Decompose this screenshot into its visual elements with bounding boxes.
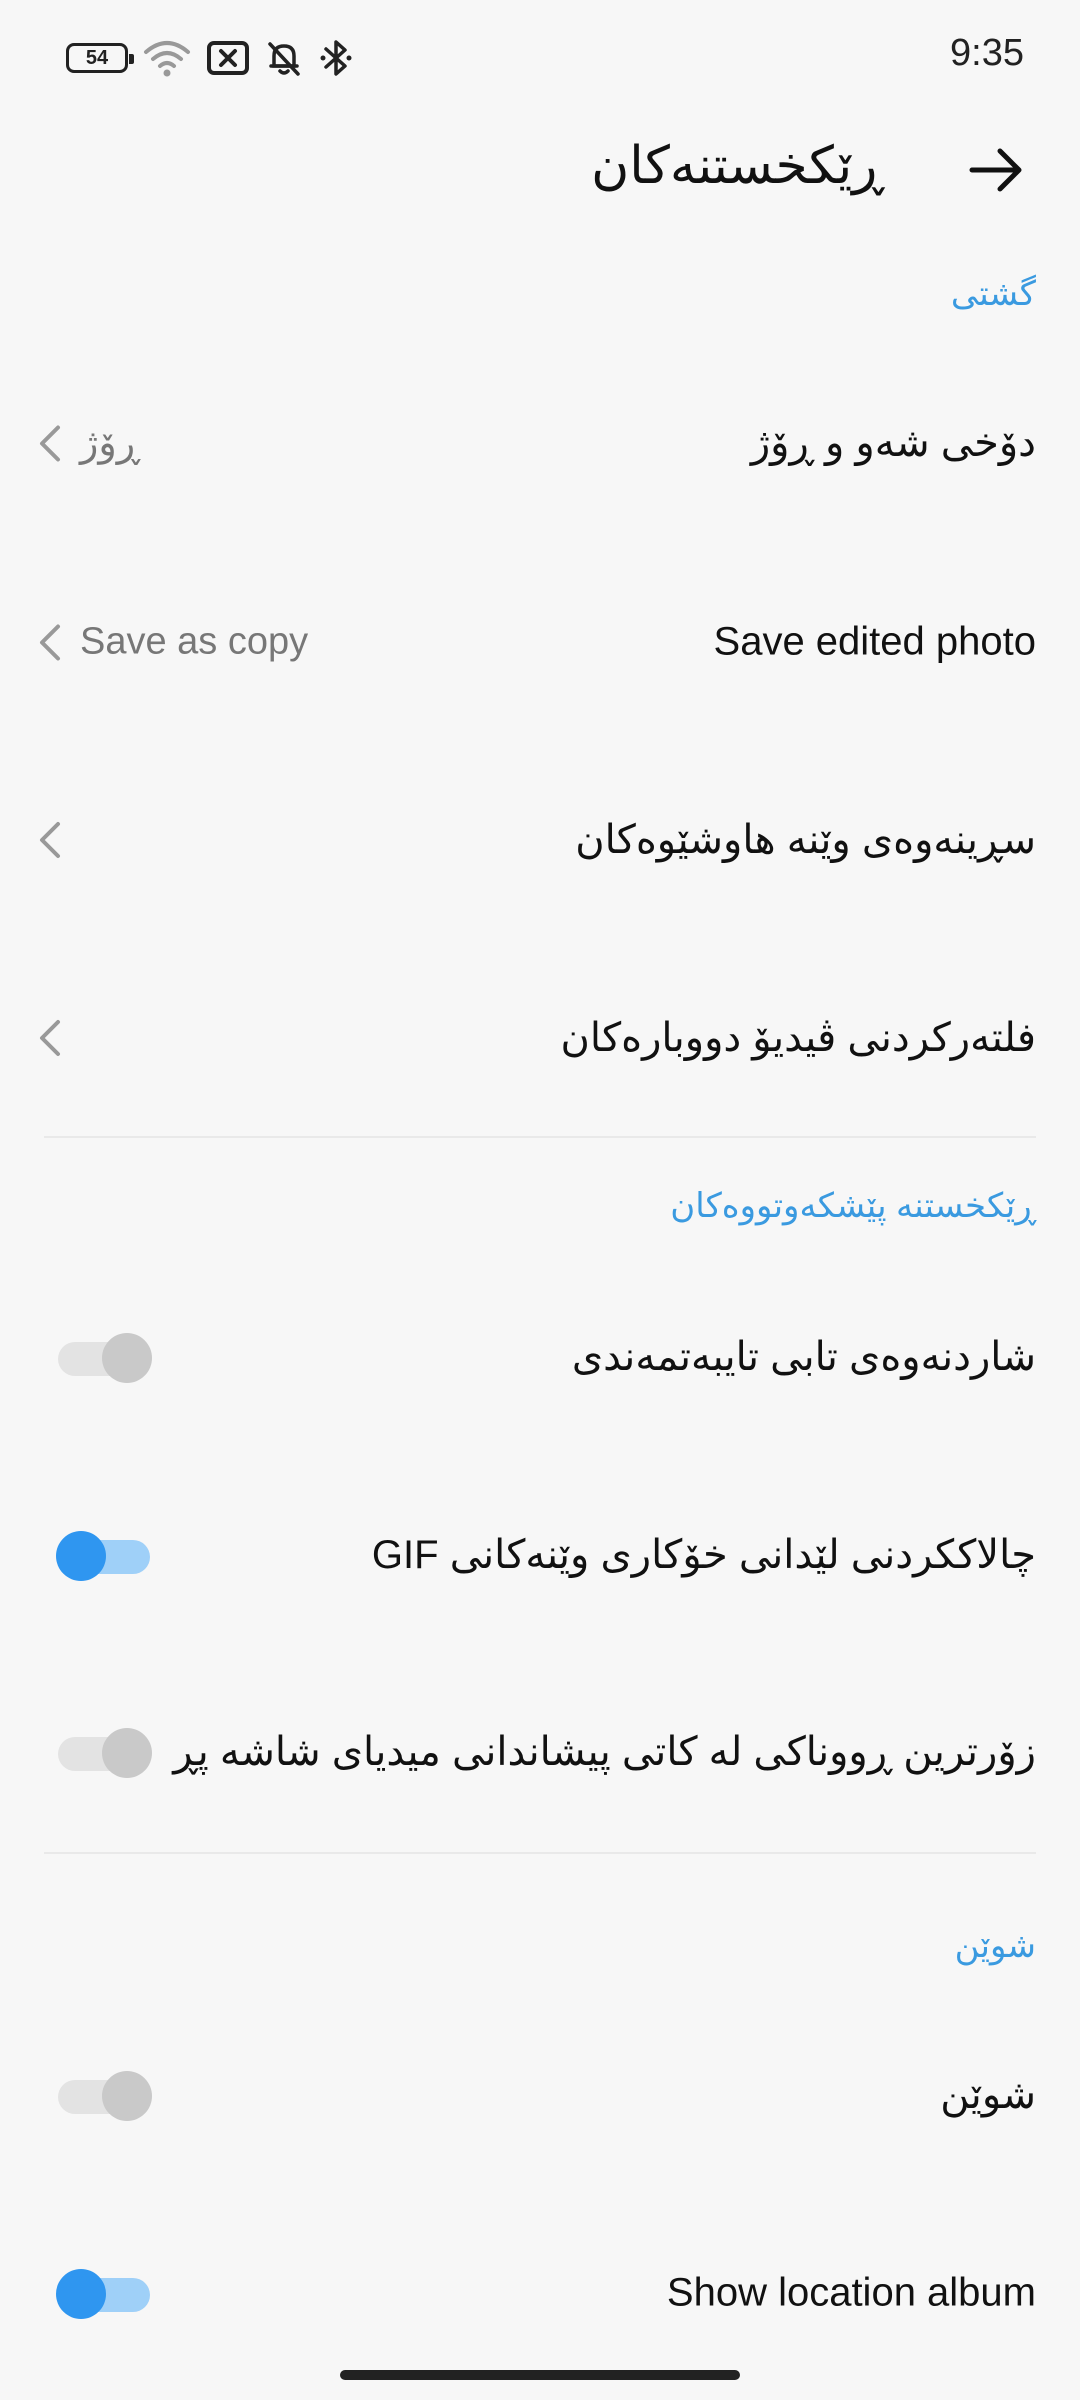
toggle-switch[interactable] [56, 2070, 152, 2121]
battery-icon: 54 [66, 43, 134, 73]
toggle-thumb [102, 1728, 152, 1778]
arrow-icon[interactable] [964, 138, 1028, 202]
setting-label: چالاککردنی لێدانی خۆکاری وێنەکانی GIF [371, 1533, 1036, 1577]
setting-label: زۆرترین ڕووناکی لە کاتی پیشاندانی میدیای… [173, 1730, 1036, 1774]
divider [44, 1136, 1036, 1138]
toggle-switch[interactable] [56, 1727, 152, 1778]
toggle-thumb [56, 1531, 106, 1581]
section-header-general: گشتی [950, 275, 1036, 313]
setting-row-max-brightness-fullscreen[interactable]: زۆرترین ڕووناکی لە کاتی پیشاندانی میدیای… [0, 1652, 1080, 1852]
divider [44, 1852, 1036, 1854]
setting-value: Save as copy [36, 621, 308, 664]
header: ڕێکخستنەکان [0, 120, 1080, 220]
setting-label: Save edited photo [713, 619, 1036, 664]
status-time: 9:35 [950, 32, 1024, 74]
toggle-switch[interactable] [56, 2268, 152, 2319]
home-indicator[interactable] [340, 2370, 740, 2380]
setting-row-save-edited-photo[interactable]: Save edited photo Save as copy [0, 542, 1080, 742]
sim-x-icon [207, 41, 249, 75]
setting-row-show-location-album[interactable]: Show location album [0, 2193, 1080, 2393]
setting-value: ڕۆژ [36, 421, 140, 466]
toggle-switch[interactable] [56, 1530, 152, 1581]
setting-value-text: Save as copy [80, 620, 309, 663]
bell-off-icon [268, 42, 300, 76]
setting-label: شاردنەوەی تابی تایبەتمەندی [571, 1335, 1036, 1379]
chevron-left-icon [40, 822, 60, 858]
setting-label: دۆخی شەو و ڕۆژ [750, 421, 1036, 465]
setting-row-hide-features-tab[interactable]: شاردنەوەی تابی تایبەتمەندی [0, 1257, 1080, 1457]
toggle-thumb [102, 1333, 152, 1383]
toggle-switch[interactable] [56, 1332, 152, 1383]
setting-value-text: ڕۆژ [80, 422, 140, 465]
chevron-left-icon [40, 425, 60, 461]
status-icons: 54 [66, 36, 354, 80]
setting-label: Show location album [666, 2270, 1036, 2315]
setting-label: شوێن [940, 2073, 1036, 2117]
status-bar: 54 9:35 [0, 0, 1080, 110]
bluetooth-icon [320, 40, 352, 76]
page-title: ڕێکخستنەکان [591, 137, 884, 195]
chevron-left-icon [40, 1020, 60, 1056]
setting-row-filter-duplicate-videos[interactable]: فلتەرکردنی ڤیدیۆ دووبارەکان [0, 938, 1080, 1138]
setting-row-delete-similar-photos[interactable]: سڕینەوەی وێنە هاوشێوەکان [0, 740, 1080, 940]
setting-row-autoplay-gif[interactable]: چالاککردنی لێدانی خۆکاری وێنەکانی GIF [0, 1455, 1080, 1655]
section-header-location: شوێن [954, 1927, 1036, 1965]
battery-level: 54 [85, 46, 109, 69]
toggle-thumb [102, 2071, 152, 2121]
setting-value [36, 820, 64, 860]
section-header-advanced: ڕێکخستنە پێشکەوتووەکان [670, 1187, 1036, 1225]
setting-value [36, 1018, 64, 1058]
setting-row-location[interactable]: شوێن [0, 1995, 1080, 2195]
chevron-left-icon [40, 624, 60, 660]
setting-label: فلتەرکردنی ڤیدیۆ دووبارەکان [560, 1016, 1036, 1060]
toggle-thumb [56, 2269, 106, 2319]
wifi-icon [144, 41, 190, 77]
setting-row-day-night-mode[interactable]: دۆخی شەو و ڕۆژ ڕۆژ [0, 343, 1080, 543]
setting-label: سڕینەوەی وێنە هاوشێوەکان [575, 818, 1036, 862]
